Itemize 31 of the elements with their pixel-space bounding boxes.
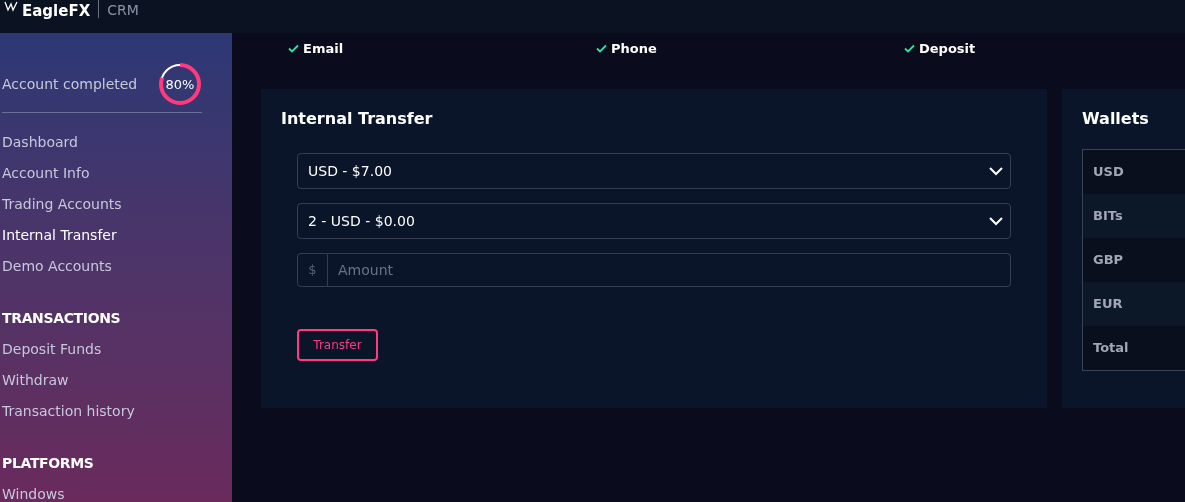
sidebar-item[interactable]: Demo Accounts [2, 251, 202, 282]
wallet-row: USD [1083, 150, 1185, 194]
sidebar-item[interactable]: Account Info [2, 158, 202, 189]
logo-text: EagleFX [22, 1, 91, 22]
source-select[interactable]: USD - $7.00 [297, 153, 1011, 189]
section-heading: PLATFORMS [2, 454, 95, 473]
verification-label: Phone [611, 39, 657, 58]
section-heading: TRANSACTIONS [2, 309, 122, 328]
chevron-down-icon [988, 216, 1004, 226]
verification-label: Deposit [919, 39, 976, 58]
sidebar-item[interactable]: Internal Transfer [2, 220, 202, 251]
progress-value: 80% [165, 77, 195, 91]
amount-field[interactable]: Amount [328, 253, 1011, 287]
sidebar-item[interactable]: Windows [2, 479, 202, 502]
currency-prefix: $ [297, 253, 328, 287]
transfer-button[interactable]: Transfer [297, 329, 378, 361]
sidebar-item[interactable]: Withdraw [2, 365, 202, 396]
sidebar-item[interactable]: Dashboard [2, 127, 202, 158]
progress-label: Account completed [2, 74, 138, 94]
progress-ring [158, 62, 202, 106]
product-label: CRM [107, 1, 139, 20]
verification-label: Email [303, 39, 344, 58]
wallet-row: GBP [1083, 238, 1185, 282]
sidebar-item[interactable]: Trading Accounts [2, 189, 202, 220]
sidebar-item[interactable]: Transaction history [2, 396, 202, 427]
sidebar-item[interactable]: Deposit Funds [2, 334, 202, 365]
card-title: Internal Transfer [281, 108, 434, 130]
destination-select[interactable]: 2 - USD - $0.00 [297, 203, 1011, 239]
card-title: Wallets [1082, 108, 1150, 130]
wallet-row: Total [1083, 326, 1185, 370]
chevron-down-icon [988, 166, 1004, 176]
